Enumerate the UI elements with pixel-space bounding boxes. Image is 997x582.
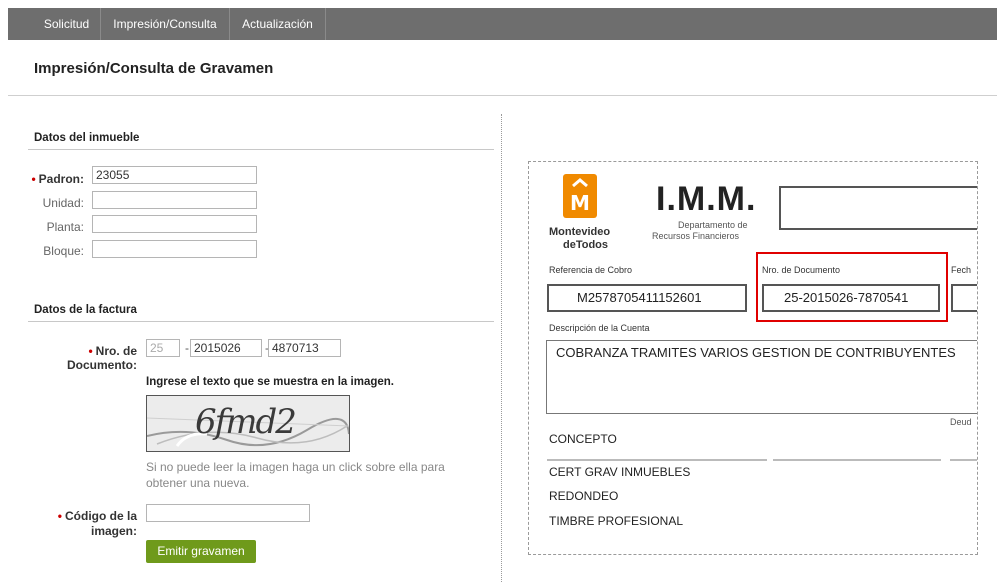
highlight-box — [756, 252, 948, 322]
dash-separator: - — [185, 341, 189, 355]
dept-line2: Recursos Financieros — [652, 231, 740, 241]
planta-label: Planta: — [46, 220, 84, 234]
descripcion-label: Descripción de la Cuenta — [549, 323, 650, 333]
required-star: • — [88, 344, 93, 358]
logo-text-line2: deTodos — [563, 239, 609, 251]
referencia-value: M2578705411152601 — [577, 290, 702, 305]
captcha-hint-line1: Si no puede leer la imagen haga un click… — [146, 460, 445, 474]
column-rule — [950, 459, 977, 461]
fecha-box — [951, 284, 977, 312]
required-star: • — [31, 172, 36, 186]
unidad-input[interactable] — [92, 191, 257, 209]
emitir-gravamen-button[interactable]: Emitir gravamen — [146, 540, 256, 563]
column-divider — [501, 114, 502, 582]
nro-doc-part3-input[interactable] — [268, 339, 341, 357]
nro-documento-label-line1: • Nro. de — [88, 344, 137, 358]
nro-doc-part1-input[interactable] — [146, 339, 180, 357]
title-divider — [8, 95, 997, 96]
factura-rule — [28, 321, 494, 322]
deuda-label: Deud — [950, 417, 972, 427]
header-box — [779, 186, 977, 230]
codigo-imagen-input[interactable] — [146, 504, 310, 522]
dept-line1: Departamento de — [678, 220, 748, 230]
concepto-header: CONCEPTO — [549, 432, 617, 446]
column-rule — [773, 459, 941, 461]
concepto-item: CERT GRAV INMUEBLES — [549, 465, 691, 479]
bloque-label: Bloque: — [43, 244, 84, 258]
org-name: I.M.M. — [656, 180, 757, 218]
page-title: Impresión/Consulta de Gravamen — [34, 60, 274, 77]
column-rule — [547, 459, 767, 461]
codigo-imagen-label-line1: • Código de la — [57, 509, 137, 523]
tab-solicitud[interactable]: Solicitud — [33, 8, 101, 40]
montevideo-logo-icon: M — [563, 174, 597, 218]
concepto-item: REDONDEO — [549, 489, 619, 503]
required-star: • — [57, 509, 62, 523]
tab-impresion-consulta[interactable]: Impresión/Consulta — [101, 8, 230, 40]
tab-actualizacion[interactable]: Actualización — [230, 8, 326, 40]
padron-label: • Padron: — [31, 172, 84, 186]
nro-documento-label-line2: Documento: — [67, 358, 137, 372]
captcha-instruction: Ingrese el texto que se muestra en la im… — [146, 376, 394, 388]
concepto-item: TIMBRE PROFESIONAL — [549, 514, 684, 528]
logo-text-line1: Montevideo — [549, 226, 611, 238]
inmueble-rule — [28, 149, 494, 150]
captcha-image[interactable]: 6fmd2 — [146, 395, 350, 452]
captcha-text: 6fmd2 — [195, 402, 297, 442]
descripcion-value: COBRANZA TRAMITES VARIOS GESTION DE CONT… — [556, 345, 956, 360]
planta-input[interactable] — [92, 215, 257, 233]
factura-heading: Datos de la factura — [34, 304, 137, 316]
captcha-hint-line2: obtener una nueva. — [146, 476, 250, 490]
nro-doc-part2-input[interactable] — [190, 339, 262, 357]
bloque-input[interactable] — [92, 240, 257, 258]
svg-text:M: M — [570, 191, 590, 215]
unidad-label: Unidad: — [42, 196, 84, 210]
inmueble-heading: Datos del inmueble — [34, 132, 140, 144]
document-preview: M Montevideo deTodos I.M.M. Departamento… — [528, 161, 978, 555]
fecha-label: Fech — [951, 265, 972, 275]
top-nav: Solicitud Impresión/Consulta Actualizaci… — [8, 8, 997, 40]
codigo-imagen-label-line2: imagen: — [90, 524, 137, 538]
padron-input[interactable] — [92, 166, 257, 184]
referencia-label: Referencia de Cobro — [549, 265, 633, 275]
